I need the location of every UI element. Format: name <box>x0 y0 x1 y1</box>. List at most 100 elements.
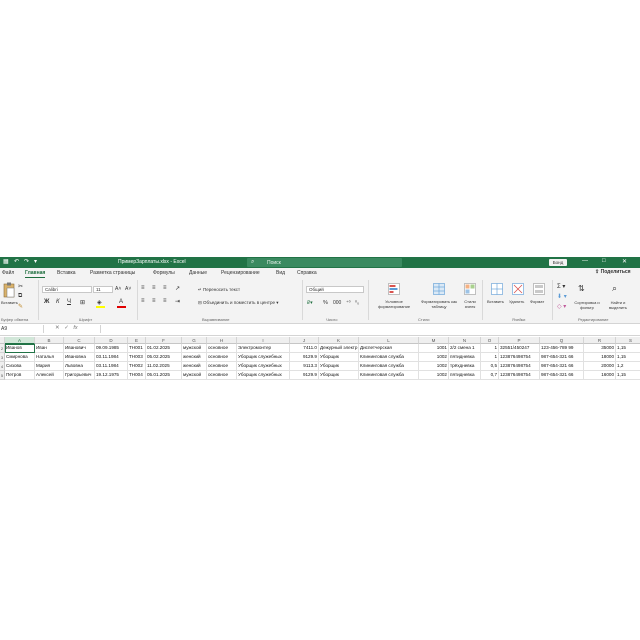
table-cell[interactable]: 987-654-321 66 <box>540 362 584 371</box>
formula-input[interactable] <box>100 325 639 333</box>
cancel-icon[interactable]: ✕ <box>55 325 60 331</box>
name-box[interactable]: A9 <box>0 325 44 333</box>
table-cell[interactable]: Наталья <box>35 353 64 362</box>
customize-qat-icon[interactable]: ▾ <box>34 259 37 265</box>
table-cell[interactable]: основное <box>207 344 237 353</box>
format-cells-label[interactable]: Формат <box>530 299 544 304</box>
increase-decimal-icon[interactable]: ⁺⁰ <box>346 300 351 306</box>
table-cell[interactable]: Мария <box>35 362 64 371</box>
conditional-formatting-icon[interactable] <box>388 283 400 295</box>
table-cell[interactable]: 1001 <box>419 344 449 353</box>
maximize-button[interactable]: □ <box>602 258 606 264</box>
table-cell[interactable]: 35000 <box>584 344 616 353</box>
insert-cells-icon[interactable] <box>491 283 503 295</box>
italic-icon[interactable]: К <box>56 299 60 305</box>
table-cell[interactable]: Диспетчерская <box>359 344 419 353</box>
table-cell[interactable]: Дежурный электр <box>319 344 359 353</box>
column-header-d[interactable]: D <box>95 337 128 344</box>
fx-icon[interactable]: fx <box>73 325 77 331</box>
table-cell[interactable]: 987-654-321 66 <box>540 353 584 362</box>
table-cell[interactable]: 0,5 <box>481 362 499 371</box>
cut-icon[interactable]: ✂ <box>18 283 23 290</box>
table-cell[interactable]: 0,7 <box>481 371 499 380</box>
table-cell[interactable]: 01.02.2025 <box>146 344 182 353</box>
table-cell[interactable]: Уборщик <box>319 371 359 380</box>
table-cell[interactable]: Уборщик служебных <box>237 362 290 371</box>
fill-color-icon[interactable]: ◈ <box>97 299 102 306</box>
table-cell[interactable]: женский <box>182 362 207 371</box>
table-cell[interactable]: 1 <box>481 344 499 353</box>
font-size-select[interactable]: 11 <box>93 286 113 293</box>
align-top-icon[interactable]: ≡ <box>141 285 145 291</box>
search-box[interactable]: ⌕ Поиск <box>247 258 402 267</box>
table-cell[interactable]: женский <box>182 353 207 362</box>
table-cell[interactable]: 9129.9 <box>290 353 319 362</box>
table-cell[interactable]: Иван <box>35 344 64 353</box>
table-cell[interactable]: 1,2 <box>616 362 640 371</box>
table-cell[interactable]: трёхдневка <box>449 362 481 371</box>
tab-data[interactable]: Данные <box>189 270 207 276</box>
wrap-text-button[interactable]: ↵ Переносить текст <box>198 287 240 293</box>
percent-icon[interactable]: % <box>323 300 328 306</box>
table-cell[interactable]: 1,15 <box>616 344 640 353</box>
table-cell[interactable]: 03.11.1984 <box>95 353 128 362</box>
column-header-m[interactable]: M <box>419 337 449 344</box>
table-cell[interactable]: основное <box>207 371 237 380</box>
table-cell[interactable]: 9113.3 <box>290 362 319 371</box>
tab-home[interactable]: Главная <box>25 270 46 278</box>
tab-formulas[interactable]: Формулы <box>153 270 175 276</box>
increase-font-icon[interactable]: A˄ <box>115 286 121 292</box>
align-right-icon[interactable]: ≡ <box>163 298 167 304</box>
fill-icon[interactable]: ⬇ ▾ <box>557 293 567 300</box>
insert-cells-label[interactable]: Вставить <box>487 299 504 304</box>
table-cell[interactable]: 18000 <box>584 353 616 362</box>
table-cell[interactable]: Клининговая служба <box>359 353 419 362</box>
autosum-icon[interactable]: Σ ▾ <box>557 283 565 290</box>
table-cell[interactable]: пятидневка <box>449 371 481 380</box>
table-cell[interactable]: Электромонтер <box>237 344 290 353</box>
font-name-select[interactable]: Calibri <box>42 286 92 293</box>
tab-page-layout[interactable]: Разметка страницы <box>90 270 135 276</box>
table-cell[interactable]: Алексей <box>35 371 64 380</box>
tab-review[interactable]: Рецензирование <box>221 270 260 276</box>
find-select-label[interactable]: Найти и выделить <box>604 300 632 310</box>
column-header-l[interactable]: L <box>359 337 419 344</box>
column-header-f[interactable]: F <box>146 337 182 344</box>
merge-center-button[interactable]: ⊟ Объединить и поместить в центре ▾ <box>198 300 279 306</box>
decrease-decimal-icon[interactable]: ⁰₀ <box>355 300 359 306</box>
tab-insert[interactable]: Вставка <box>57 270 76 276</box>
table-cell[interactable]: 2/2 смена 1 <box>449 344 481 353</box>
table-cell[interactable]: Уборщик служебных <box>237 353 290 362</box>
table-cell[interactable]: мужской <box>182 371 207 380</box>
table-cell[interactable]: 03.11.1984 <box>95 362 128 371</box>
table-cell[interactable]: Иванович <box>64 344 95 353</box>
column-header-k[interactable]: K <box>319 337 359 344</box>
borders-icon[interactable]: ⊞ <box>80 299 85 306</box>
underline-icon[interactable]: Ч <box>67 299 71 305</box>
table-cell[interactable]: 9129.9 <box>290 371 319 380</box>
table-cell[interactable]: 09.09.1985 <box>95 344 128 353</box>
align-left-icon[interactable]: ≡ <box>141 298 145 304</box>
table-cell[interactable]: 1,15 <box>616 371 640 380</box>
column-header-p[interactable]: P <box>499 337 540 344</box>
table-cell[interactable]: Львовна <box>64 362 95 371</box>
table-cell[interactable]: Григорьевич <box>64 371 95 380</box>
account-badge[interactable]: Бонд <box>549 259 567 266</box>
column-header-o[interactable]: O <box>481 337 499 344</box>
paste-label[interactable]: Вставить <box>1 300 18 305</box>
table-cell[interactable]: ТН004 <box>128 371 146 380</box>
column-header-a[interactable]: A <box>5 337 35 344</box>
paste-icon[interactable] <box>3 282 15 298</box>
table-cell[interactable]: 987-654-321 66 <box>540 371 584 380</box>
table-cell[interactable]: 05.01.2025 <box>146 371 182 380</box>
align-middle-icon[interactable]: ≡ <box>152 285 156 291</box>
table-cell[interactable]: Уборщик служебных <box>237 371 290 380</box>
column-header-e[interactable]: E <box>128 337 146 344</box>
table-cell[interactable]: Клининговая служба <box>359 362 419 371</box>
tab-file[interactable]: Файл <box>2 270 14 276</box>
table-cell[interactable]: 1002 <box>419 362 449 371</box>
table-cell[interactable]: Ивановна <box>64 353 95 362</box>
tab-help[interactable]: Справка <box>297 270 317 276</box>
number-format-select[interactable]: Общий <box>306 286 364 293</box>
table-cell[interactable]: Уборщик <box>319 353 359 362</box>
